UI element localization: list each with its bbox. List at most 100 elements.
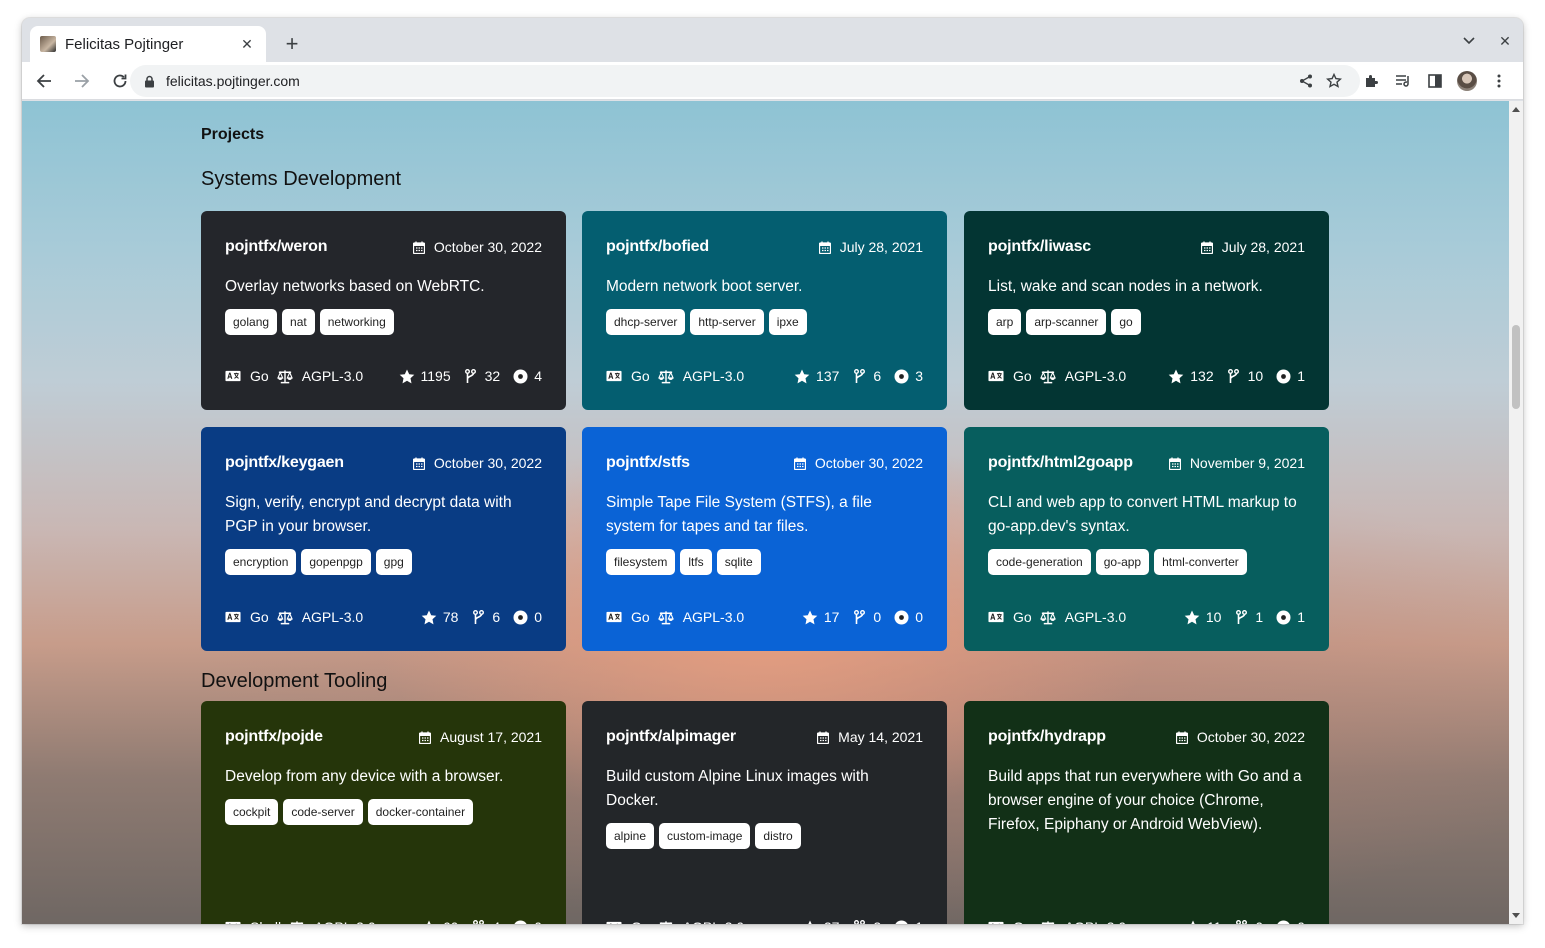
fork-icon [470,609,486,625]
project-card[interactable]: pojntfx/html2goapp November 9, 2021 CLI an… [964,427,1329,651]
project-card[interactable]: pojntfx/weron October 30, 2022 Overlay net… [201,211,566,410]
profile-avatar[interactable] [1451,65,1483,97]
lock-icon[interactable] [142,74,156,88]
topic-tag[interactable]: gopenpgp [301,549,371,575]
license-text: AGPL-3.0 [682,609,745,625]
repo-name-link[interactable]: pojntfx/pojde [225,728,323,746]
topic-tag[interactable]: distro [755,823,801,849]
issue-icon [893,368,909,384]
topic-tag[interactable]: go [1111,309,1141,335]
topic-tag[interactable]: golang [225,309,278,335]
project-description: CLI and web app to convert HTML markup t… [988,494,1297,535]
back-button[interactable] [28,65,60,97]
issues-count: 0 [1297,919,1305,924]
calendar-icon [412,241,425,254]
license-scale-icon [276,609,293,625]
page-scrollbar[interactable] [1509,101,1523,924]
project-card[interactable]: pojntfx/alpimager May 14, 2021 Build custo… [582,701,947,924]
star-icon [1184,609,1200,625]
topic-tag[interactable]: gpg [375,549,412,575]
date-text: November 9, 2021 [1189,455,1305,471]
license-text: AGPL-3.0 [301,609,364,625]
topic-tag[interactable]: html-converter [1154,549,1247,575]
repo-name-link[interactable]: pojntfx/liwasc [988,238,1091,256]
project-card[interactable]: pojntfx/stfs October 30, 2022 Simple Tape … [582,427,947,651]
browser-menu-icon[interactable] [1483,65,1515,97]
project-card[interactable]: pojntfx/pojde August 17, 2021 Develop from… [201,701,566,924]
forks-count: 0 [873,609,882,625]
topic-tag[interactable]: custom-image [659,823,751,849]
close-tab-icon[interactable]: ✕ [238,35,256,53]
topic-tag[interactable]: alpine [606,823,655,849]
project-card[interactable]: pojntfx/bofied July 28, 2021 Modern networ… [582,211,947,410]
calendar-icon [412,457,425,470]
language-text: Shell [250,919,281,924]
topic-tag[interactable]: nat [282,309,315,335]
language-icon [225,919,241,924]
topic-tag[interactable]: http-server [690,309,764,335]
topic-tag[interactable]: networking [319,309,394,335]
address-bar[interactable]: felicitas.pojtinger.com [130,65,1360,97]
topic-tag[interactable]: encryption [225,549,297,575]
bookmark-star-icon[interactable] [1320,67,1348,95]
language-text: Go [1013,609,1032,625]
topic-tags: dhcp-server http-server ipxe [606,309,923,335]
repo-name-link[interactable]: pojntfx/stfs [606,454,690,472]
project-card[interactable]: pojntfx/hydrapp October 30, 2022 Build app… [964,701,1329,924]
updated-date: May 14, 2021 [817,729,923,745]
topic-tag[interactable]: go-app [1095,549,1150,575]
date-text: October 30, 2022 [433,455,542,471]
issues-count: 1 [1297,368,1305,384]
license-text: AGPL-3.0 [301,368,364,384]
repo-name-link[interactable]: pojntfx/keygaen [225,454,344,472]
topic-tag[interactable]: arp [988,309,1022,335]
repo-name-link[interactable]: pojntfx/weron [225,238,327,256]
star-icon [802,609,818,625]
section-title: Development Tooling [201,670,388,692]
topic-tag[interactable]: code-generation [988,549,1091,575]
scroll-up-arrow-icon[interactable] [1512,107,1520,112]
star-icon [399,368,415,384]
tab-search-chevron-icon[interactable] [1451,28,1487,54]
new-tab-button[interactable]: + [280,32,304,56]
topic-tags: code-generation go-app html-converter [988,549,1305,575]
project-card[interactable]: pojntfx/liwasc July 28, 2021 List, wake an… [964,211,1329,410]
topic-tag[interactable]: arp-scanner [1026,309,1107,335]
repo-name-link[interactable]: pojntfx/html2goapp [988,454,1133,472]
topic-tag[interactable]: dhcp-server [606,309,686,335]
forward-button[interactable] [66,65,98,97]
topic-tag[interactable]: code-server [283,799,363,825]
license-text: AGPL-3.0 [1064,609,1127,625]
browser-tab[interactable]: Felicitas Pojtinger ✕ [30,26,266,62]
topic-tag[interactable]: sqlite [716,549,761,575]
project-card[interactable]: pojntfx/keygaen October 30, 2022 Sign, ver… [201,427,566,651]
repo-name-link[interactable]: pojntfx/bofied [606,238,709,256]
share-icon[interactable] [1292,67,1320,95]
fork-icon [1233,609,1249,625]
project-description: List, wake and scan nodes in a network. [988,278,1263,295]
topic-tag[interactable]: ltfs [680,549,712,575]
side-panel-icon[interactable] [1419,65,1451,97]
favicon-icon [40,36,56,52]
extensions-puzzle-icon[interactable] [1355,65,1387,97]
scrollbar-thumb[interactable] [1512,325,1520,409]
calendar-icon [1168,457,1181,470]
repo-name-link[interactable]: pojntfx/hydrapp [988,728,1106,746]
close-window-icon[interactable]: ✕ [1487,28,1523,54]
issues-count: 0 [915,609,923,625]
topic-tag[interactable]: ipxe [768,309,807,335]
card-footer: Go AGPL-3.0 10 1 1 [988,607,1305,627]
topic-tag[interactable]: filesystem [606,549,676,575]
repo-name-link[interactable]: pojntfx/alpimager [606,728,736,746]
card-footer: Go AGPL-3.0 27 2 1 [606,917,923,924]
license-scale-icon [657,609,674,625]
star-icon [1168,368,1184,384]
date-text: July 28, 2021 [839,239,923,255]
project-description: Develop from any device with a browser. [225,768,504,785]
topic-tag[interactable]: cockpit [225,799,279,825]
scroll-down-arrow-icon[interactable] [1512,913,1520,918]
topic-tag[interactable]: docker-container [367,799,474,825]
updated-date: July 28, 2021 [818,239,923,255]
url-text[interactable]: felicitas.pojtinger.com [166,73,1292,89]
reading-list-icon[interactable] [1387,65,1419,97]
